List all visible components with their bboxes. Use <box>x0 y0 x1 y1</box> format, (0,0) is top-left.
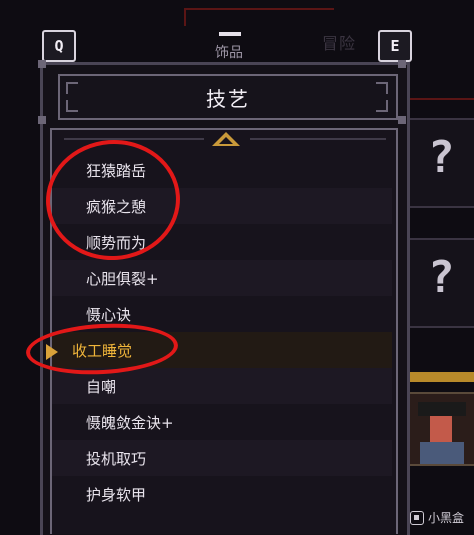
divider-line <box>250 138 386 140</box>
skill-label: 收工睡觉 <box>72 341 133 360</box>
title-corner-ornament <box>66 82 78 94</box>
background-frame-line <box>184 8 186 26</box>
title-corner-ornament <box>376 100 388 112</box>
background-frame-line <box>184 8 334 10</box>
locked-slot[interactable]: ? <box>408 238 474 328</box>
skill-item[interactable]: 自嘲 <box>52 368 392 404</box>
skill-label: 护身软甲 <box>86 485 147 504</box>
skill-list: 狂猿踏岳 疯猴之憩 顺势而为 心胆俱裂+ 慑心诀 收工睡觉 自嘲 慑魄敛金诀+ … <box>52 152 392 512</box>
selection-cursor-icon <box>46 344 58 360</box>
portrait-face <box>430 416 452 442</box>
panel-title-box: 技艺 <box>58 74 398 120</box>
question-mark-icon: ? <box>428 132 455 183</box>
skill-item[interactable]: 护身软甲 <box>52 476 392 512</box>
skill-label: 心胆俱裂+ <box>86 269 159 288</box>
locked-slot[interactable]: ? <box>408 118 474 208</box>
category-tab: 饰品 <box>0 42 474 62</box>
scroll-up-arrow-icon[interactable] <box>212 132 240 146</box>
skill-label: 投机取巧 <box>86 449 147 468</box>
skill-item[interactable]: 慑心诀 <box>52 296 392 332</box>
frame-bolt <box>398 116 406 124</box>
panel-title: 技艺 <box>206 86 250 111</box>
title-corner-ornament <box>66 100 78 112</box>
portrait-body <box>420 442 464 464</box>
frame-bolt <box>38 116 46 124</box>
slot-divider <box>408 372 474 382</box>
skill-label: 自嘲 <box>86 377 117 396</box>
skill-label: 顺势而为 <box>86 233 147 252</box>
skill-item[interactable]: 投机取巧 <box>52 440 392 476</box>
skill-item-selected[interactable]: 收工睡觉 <box>52 332 392 368</box>
skill-label: 慑心诀 <box>86 305 132 324</box>
active-tab-indicator <box>219 32 241 36</box>
character-portrait[interactable] <box>408 392 474 466</box>
skill-item[interactable]: 狂猿踏岳 <box>52 152 392 188</box>
watermark: 小黑盒 <box>409 509 464 526</box>
divider-line <box>64 138 204 140</box>
skill-item[interactable]: 顺势而为 <box>52 224 392 260</box>
title-corner-ornament <box>376 82 388 94</box>
watermark-text: 小黑盒 <box>427 511 464 525</box>
category-label[interactable]: 饰品 <box>215 45 243 61</box>
skill-item[interactable]: 心胆俱裂+ <box>52 260 392 296</box>
skill-item[interactable]: 疯猴之憩 <box>52 188 392 224</box>
frame-bolt <box>38 60 46 68</box>
question-mark-icon: ? <box>428 252 455 303</box>
background-frame-line <box>408 98 474 100</box>
frame-bolt <box>398 60 406 68</box>
skill-label: 疯猴之憩 <box>86 197 147 216</box>
heybox-logo-icon <box>409 510 424 525</box>
skill-label: 狂猿踏岳 <box>86 161 147 180</box>
portrait-hat <box>418 402 466 416</box>
skill-item[interactable]: 慑魄敛金诀+ <box>52 404 392 440</box>
skill-label: 慑魄敛金诀+ <box>86 413 174 432</box>
